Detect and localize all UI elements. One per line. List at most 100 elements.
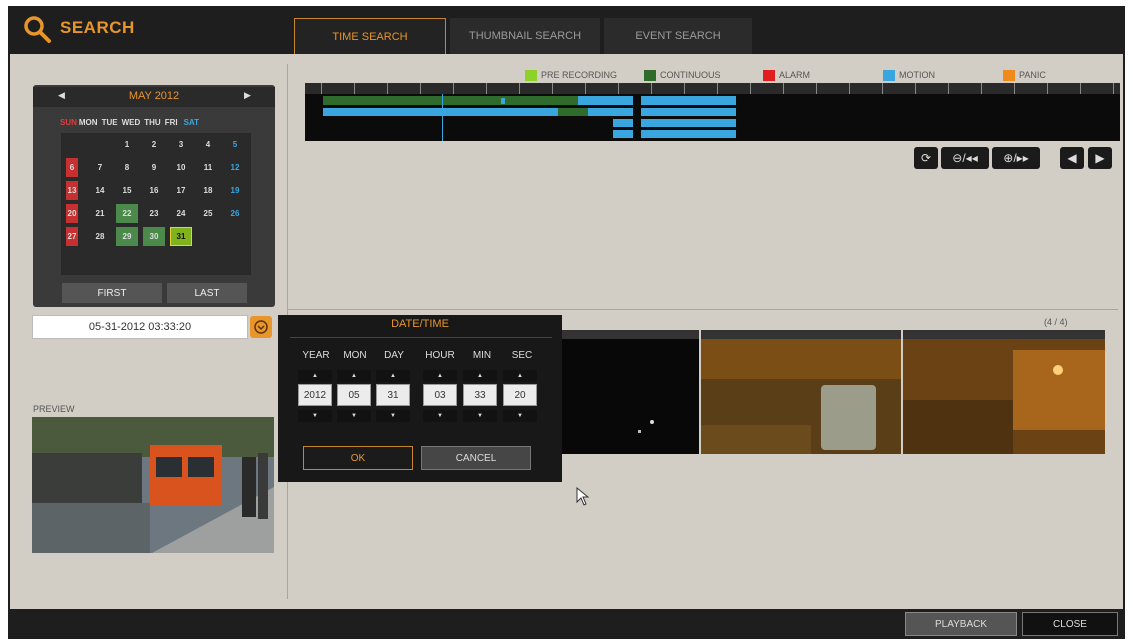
- close-button[interactable]: CLOSE: [1022, 612, 1118, 636]
- first-button[interactable]: FIRST: [62, 283, 162, 303]
- date-picker-button[interactable]: [250, 316, 272, 338]
- zoom-in-button[interactable]: ⊕/▸▸: [992, 147, 1040, 169]
- timeline-cursor[interactable]: [442, 94, 443, 141]
- minute-up-button[interactable]: ▲: [463, 370, 497, 382]
- timeline-ruler: [305, 83, 1120, 94]
- calendar-day[interactable]: 26: [224, 204, 246, 223]
- calendar-day[interactable]: 25: [197, 204, 219, 223]
- zoom-out-button[interactable]: ⊖/◂◂: [941, 147, 989, 169]
- playback-button[interactable]: PLAYBACK: [905, 612, 1017, 636]
- calendar-day[interactable]: 27: [66, 227, 78, 246]
- calendar-day[interactable]: 13: [66, 181, 78, 200]
- calendar-day[interactable]: 24: [170, 204, 192, 223]
- legend-label: MOTION: [899, 70, 935, 80]
- hour-up-button[interactable]: ▲: [423, 370, 457, 382]
- month-up-button[interactable]: ▲: [337, 370, 371, 382]
- calendar-day[interactable]: 19: [224, 181, 246, 200]
- calendar-day[interactable]: 16: [143, 181, 165, 200]
- second-down-button[interactable]: ▼: [503, 410, 537, 422]
- calendar-day[interactable]: 1: [116, 135, 138, 154]
- calendar-day[interactable]: 20: [66, 204, 78, 223]
- weekday-mon: MON: [78, 118, 98, 127]
- calendar-day[interactable]: 28: [89, 227, 111, 246]
- timeline-tick: [453, 83, 454, 94]
- minute-input[interactable]: 33: [463, 384, 497, 406]
- timeline-tick: [948, 83, 949, 94]
- calendar-day[interactable]: 18: [197, 181, 219, 200]
- calendar-day[interactable]: 10: [170, 158, 192, 177]
- calendar-day[interactable]: 30: [143, 227, 165, 246]
- refresh-button[interactable]: ⟳: [914, 147, 938, 169]
- motion-bar: [323, 108, 558, 116]
- calendar-day[interactable]: 21: [89, 204, 111, 223]
- second-up-button[interactable]: ▲: [503, 370, 537, 382]
- timeline-tick: [420, 83, 421, 94]
- hour-down-button[interactable]: ▼: [423, 410, 457, 422]
- motion-bar: [578, 96, 633, 105]
- calendar-day[interactable]: 29: [116, 227, 138, 246]
- motion-bar: [613, 119, 633, 127]
- motion-bar: [588, 108, 633, 116]
- year-input[interactable]: 2012: [298, 384, 332, 406]
- calendar-day[interactable]: 17: [170, 181, 192, 200]
- timeline-tick: [321, 83, 322, 94]
- day-down-button[interactable]: ▼: [376, 410, 410, 422]
- calendar-day[interactable]: 7: [89, 158, 111, 177]
- weekday-fri: FRI: [164, 118, 178, 127]
- date-time-field[interactable]: 05-31-2012 03:33:20: [32, 315, 248, 339]
- prev-button[interactable]: ◀: [1060, 147, 1084, 169]
- timeline-tick: [618, 83, 619, 94]
- minute-down-button[interactable]: ▼: [463, 410, 497, 422]
- legend-panic: PANIC: [1003, 69, 1046, 81]
- ok-button[interactable]: OK: [303, 446, 413, 470]
- next-month-icon[interactable]: ▶: [244, 90, 251, 101]
- calendar-day[interactable]: 22: [116, 204, 138, 223]
- next-button[interactable]: ▶: [1088, 147, 1112, 169]
- legend-swatch: [644, 69, 656, 81]
- legend-label: PRE RECORDING: [541, 70, 618, 80]
- cancel-button[interactable]: CANCEL: [421, 446, 531, 470]
- chevron-down-icon: [254, 320, 268, 334]
- recording-timeline[interactable]: [305, 83, 1120, 141]
- camera-thumbnail[interactable]: [560, 330, 699, 454]
- horizontal-divider: [288, 309, 1118, 310]
- calendar-day[interactable]: 8: [116, 158, 138, 177]
- year-down-button[interactable]: ▼: [298, 410, 332, 422]
- timeline-tick: [354, 83, 355, 94]
- year-up-button[interactable]: ▲: [298, 370, 332, 382]
- tab-event-search[interactable]: EVENT SEARCH: [604, 18, 752, 54]
- calendar-day[interactable]: 6: [66, 158, 78, 177]
- weekday-tue: TUE: [101, 118, 118, 127]
- second-input[interactable]: 20: [503, 384, 537, 406]
- day-input[interactable]: 31: [376, 384, 410, 406]
- tab-time-search[interactable]: TIME SEARCH: [294, 18, 446, 54]
- calendar-day[interactable]: 2: [143, 135, 165, 154]
- calendar-day[interactable]: 15: [116, 181, 138, 200]
- refresh-icon: ⟳: [920, 151, 932, 165]
- calendar-day[interactable]: 4: [197, 135, 219, 154]
- legend-swatch: [1003, 69, 1015, 81]
- day-up-button[interactable]: ▲: [376, 370, 410, 382]
- timeline-tick: [717, 83, 718, 94]
- calendar-day[interactable]: 11: [197, 158, 219, 177]
- calendar-day[interactable]: 3: [170, 135, 192, 154]
- weekday-sat: SAT: [183, 118, 199, 127]
- camera-thumbnail[interactable]: [701, 330, 901, 454]
- tab-thumbnail-search[interactable]: THUMBNAIL SEARCH: [450, 18, 600, 54]
- month-input[interactable]: 05: [337, 384, 371, 406]
- calendar-day[interactable]: 5: [224, 135, 246, 154]
- legend-swatch: [525, 69, 537, 81]
- calendar-day[interactable]: 23: [143, 204, 165, 223]
- calendar-day[interactable]: 31: [170, 227, 192, 246]
- calendar-day[interactable]: 12: [224, 158, 246, 177]
- motion-bar: [641, 119, 736, 127]
- calendar-day[interactable]: 9: [143, 158, 165, 177]
- motion-bar: [613, 130, 633, 138]
- last-button[interactable]: LAST: [167, 283, 247, 303]
- hour-input[interactable]: 03: [423, 384, 457, 406]
- month-down-button[interactable]: ▼: [337, 410, 371, 422]
- camera-thumbnail[interactable]: [903, 330, 1105, 454]
- calendar-day[interactable]: 14: [89, 181, 111, 200]
- app-title: SEARCH: [60, 18, 135, 37]
- timeline-tick: [552, 83, 553, 94]
